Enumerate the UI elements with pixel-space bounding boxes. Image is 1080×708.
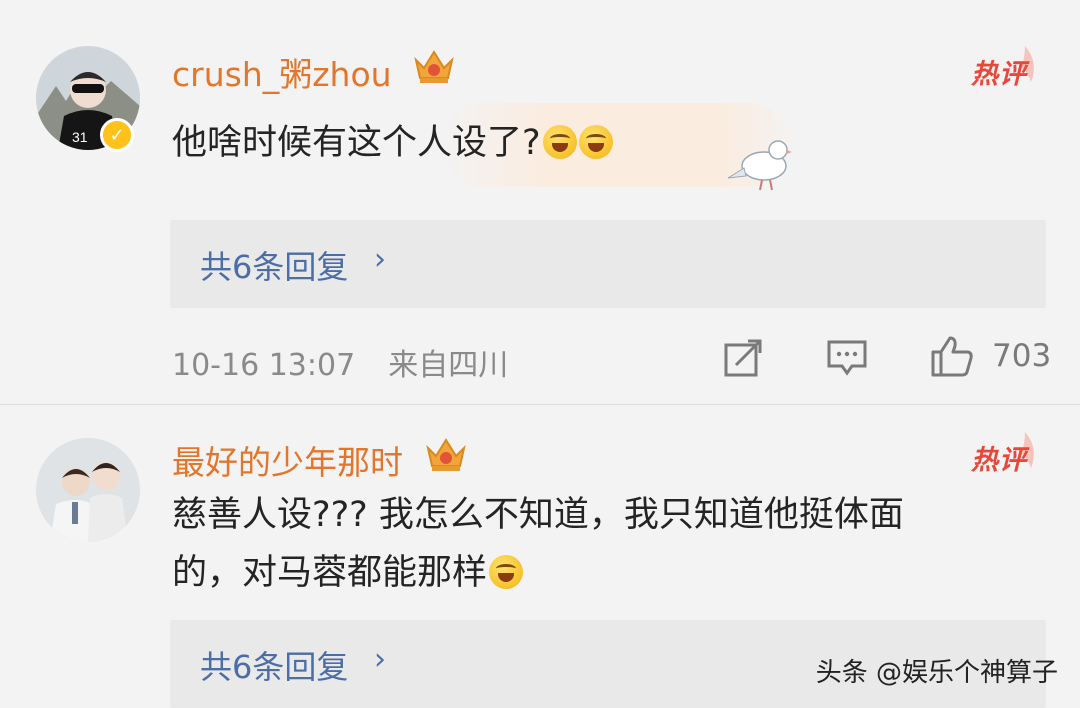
username[interactable]: 最好的少年那时 (172, 436, 403, 484)
chevron-right-icon: › (374, 642, 386, 677)
share-icon[interactable] (722, 337, 764, 379)
replies-label: 共6条回复 (200, 648, 349, 686)
laugh-cry-emoji-icon (489, 555, 524, 589)
laugh-cry-emoji-icon (542, 125, 577, 159)
crown-badge-icon (414, 50, 454, 83)
comment-meta: 10-16 13:07 来自四川 (172, 340, 508, 384)
avatar-image (36, 438, 140, 542)
hot-label: 热评 (971, 445, 1027, 476)
replies-label: 共6条回复 (200, 248, 349, 286)
verified-badge-icon: ✓ (100, 118, 134, 152)
comment-text: 的，对马蓉都能那样 (172, 544, 524, 602)
view-replies-button[interactable]: 共6条回复 › (170, 220, 1046, 308)
hot-label: 热评 (971, 59, 1027, 90)
hot-comment-badge: 热评 (965, 428, 1045, 484)
comment-time: 10-16 13:07 (172, 348, 356, 383)
avatar[interactable] (36, 438, 140, 542)
comment-divider (0, 404, 1080, 405)
comment-icon[interactable] (826, 338, 868, 378)
crown-badge-icon (426, 438, 466, 471)
dove-sticker-icon (727, 140, 792, 191)
chevron-right-icon: › (374, 242, 386, 277)
comment-text: 他啥时候有这个人设了? (172, 114, 613, 172)
watermark: 头条 @娱乐个神算子 (815, 658, 1058, 688)
hot-comment-badge: 热评 (965, 42, 1045, 98)
comment-text-content: 他啥时候有这个人设了? (172, 123, 541, 163)
username[interactable]: crush_粥zhou (172, 48, 392, 96)
svg-text:31: 31 (72, 129, 88, 145)
comment-text-line-1: 慈善人设??? 我怎么不知道，我只知道他挺体面 (172, 495, 904, 535)
comment-text: 慈善人设??? 我怎么不知道，我只知道他挺体面 (172, 486, 904, 544)
laugh-cry-emoji-icon (578, 125, 613, 159)
like-count: 703 (992, 338, 1052, 374)
comment-text-line-2: 的，对马蓉都能那样 (172, 553, 488, 593)
comment-location: 来自四川 (388, 348, 509, 383)
like-thumbs-up-icon[interactable] (930, 334, 974, 378)
